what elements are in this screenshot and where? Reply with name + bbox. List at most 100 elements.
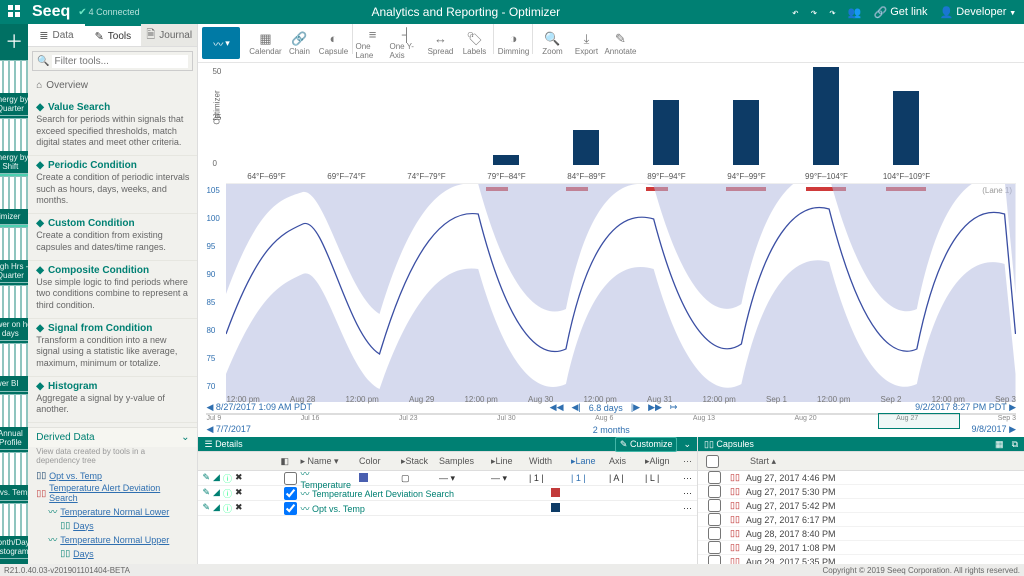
tab-data[interactable]: ≣Data [28,24,84,46]
tag-icon[interactable]: ◢ [213,502,220,515]
tree-link[interactable]: Days [73,521,94,531]
details-row[interactable]: ✎◢ⓘ✖〰 Temperature Alert Deviation Search… [198,486,697,501]
capsule-row[interactable]: ▯▯Aug 27, 2017 6:17 PM [698,513,1024,527]
tree-link[interactable]: Temperature Normal Lower [60,507,169,517]
capsule-icon: ▯▯ [730,514,740,525]
bar-chart: Optimizer 50 25 0 64°F–69°F69°F–74°F74°F… [226,63,1016,183]
tag-icon[interactable]: ◢ [213,472,220,485]
tool-item[interactable]: ◆HistogramAggregate a signal by y-value … [28,377,197,423]
edit-icon[interactable]: ✎ [202,487,210,500]
capsules-title: Capsules [716,439,754,449]
tree-link[interactable]: Days [73,549,94,559]
worksheet-thumb[interactable]: Energy by Shift⌄ [0,118,28,174]
getlink-button[interactable]: 🔗Get link [874,6,928,19]
redo-icon[interactable]: ↷ [811,6,818,19]
capsule-icon: ▯▯ [730,486,740,497]
remove-icon[interactable]: ✖ [235,502,243,515]
details-row[interactable]: ✎◢ⓘ✖〰 Temperature▢— ▾— ▾| 1 || 1 || A ||… [198,471,697,486]
worksheet-thumbnails: ＋ Energy by Quarter⌄Energy by Shift⌄Opti… [0,24,28,564]
customize-button[interactable]: ✎ Customize [615,437,678,452]
investigate-start[interactable]: ◀ 7/7/2017 [206,424,250,435]
chevron-down-icon[interactable]: ⌄ [683,439,691,450]
tool-item[interactable]: ◆Custom ConditionCreate a condition from… [28,214,197,260]
filter-input[interactable] [52,55,188,68]
share-icon[interactable]: 👥 [848,6,862,19]
worksheet-thumb[interactable]: Power BI⌄ [0,343,28,392]
toolbar-annotate[interactable]: ✎Annotate [603,24,637,62]
condition-icon: ▯▯ [36,488,46,499]
time-scrubber[interactable] [206,413,1016,415]
home-icon: ⌂ [36,80,42,91]
worksheet-thumb[interactable]: Energy by Quarter⌄ [0,60,28,116]
worksheet-thumb[interactable]: Annual Profile⌄ [0,394,28,450]
edit-icon[interactable]: ✎ [202,502,210,515]
toolbar-dimming[interactable]: ◑Dimming [496,24,530,62]
tool-item[interactable]: ◆Periodic ConditionCreate a condition of… [28,156,197,214]
toolbar-spread[interactable]: ↔Spread [423,24,457,62]
capsule-row[interactable]: ▯▯Aug 27, 2017 5:42 PM [698,499,1024,513]
info-icon[interactable]: ⓘ [223,502,232,515]
user-menu[interactable]: 👤Developer ▾ [940,6,1016,19]
tab-tools[interactable]: ✎Tools [85,24,141,46]
tool-item[interactable]: ◆Value SearchSearch for periods within s… [28,98,197,156]
toolbar-calendar[interactable]: ▦Calendar [248,24,282,62]
edit-icon[interactable]: ✎ [202,472,210,485]
info-icon[interactable]: ⓘ [223,472,232,485]
tab-journal[interactable]: 🗎Journal [141,24,197,46]
chevron-down-icon: ▾ [225,38,230,49]
apps-launcher-icon[interactable] [8,5,22,19]
tool-icon: ◆ [36,218,44,229]
capsule-row[interactable]: ▯▯Aug 27, 2017 4:46 PM [698,471,1024,485]
tag-icon[interactable]: ◢ [213,487,220,500]
signal-icon: 〰 [48,533,57,546]
toolbar-export[interactable]: ⤓Export [569,24,603,62]
worksheet-thumb[interactable]: Month/Day Histogram⌄ [0,503,28,559]
select-all-capsules[interactable] [706,455,719,468]
copy-icon[interactable]: ⧉ [1012,439,1018,450]
capsule-row[interactable]: ▯▯Aug 27, 2017 5:30 PM [698,485,1024,499]
derived-data-header[interactable]: Derived Data⌄ [28,427,197,447]
capsule-icon: ▯▯ [730,500,740,511]
connected-text: 4 Connected [89,7,140,17]
filter-tools[interactable]: 🔍 [32,51,193,71]
tree-link[interactable]: Temperature Normal Upper [60,535,169,545]
worksheet-thumb[interactable]: Power on hot days⌄ [0,285,28,341]
details-icon: ☰ [204,439,215,449]
worksheet-thumb[interactable]: RH vs. Temp⌄ [0,452,28,501]
worksheet-thumb[interactable]: Optimizer⌄ [0,176,28,225]
tree-link[interactable]: Temperature Alert Deviation Search [49,483,189,503]
redo-alt-icon[interactable]: ↷ [829,6,836,19]
info-icon[interactable]: ⓘ [223,487,232,500]
tool-item[interactable]: ◆Signal from ConditionTransform a condit… [28,319,197,377]
toolbar-zoom[interactable]: 🔍Zoom [535,24,569,62]
investigate-end[interactable]: 9/8/2017 ▶ [972,424,1016,435]
columns-icon[interactable]: ▦ [995,439,1004,450]
capsule-row[interactable]: ▯▯Aug 28, 2017 8:40 PM [698,527,1024,541]
toolbar-one-lane[interactable]: ≡One Lane [355,24,389,62]
capsule-row[interactable]: ▯▯Aug 29, 2017 1:08 PM [698,541,1024,555]
tree-link[interactable]: Opt vs. Temp [49,471,102,481]
toolbar-chain[interactable]: 🔗Chain [282,24,316,62]
remove-icon[interactable]: ✖ [235,487,243,500]
details-row[interactable]: ✎◢ⓘ✖〰 Opt vs. Temp⋯ [198,501,697,516]
toolbar-capsule[interactable]: ◐Capsule [316,24,350,62]
tool-icon: ◆ [36,102,44,113]
copyright-text: Copyright © 2019 Seeq Corporation. All r… [822,566,1020,575]
overview-link[interactable]: ⌂Overview [32,77,193,94]
capsule-icon: ▯▯ [730,542,740,553]
tool-item[interactable]: ◆Composite ConditionUse simple logic to … [28,261,197,319]
page-title: Analytics and Reporting - Optimizer [140,5,792,19]
toolbar-one-y-axis[interactable]: ┤One Y-Axis [389,24,423,62]
undo-icon[interactable]: ↶ [792,6,799,19]
data-icon: ≣ [39,29,48,42]
line-chart: (Lane 1) 105 100 95 90 85 80 75 70 12:00… [226,183,1016,402]
chart-type-menu[interactable]: 〰▾ [202,27,240,59]
details-title: Details [215,439,243,449]
add-worksheet-button[interactable]: ＋ [1,24,27,58]
user-icon: 👤 [940,6,954,19]
worksheet-thumb[interactable]: High Hrs - Quarter⌄ [0,227,28,283]
remove-icon[interactable]: ✖ [235,472,243,485]
toolbar-labels[interactable]: 🏷Labels [457,24,491,62]
investigate-span: 2 months [593,425,630,435]
tools-panel: ≣Data ✎Tools 🗎Journal 🔍 ⌂Overview ◆Value… [28,24,198,564]
